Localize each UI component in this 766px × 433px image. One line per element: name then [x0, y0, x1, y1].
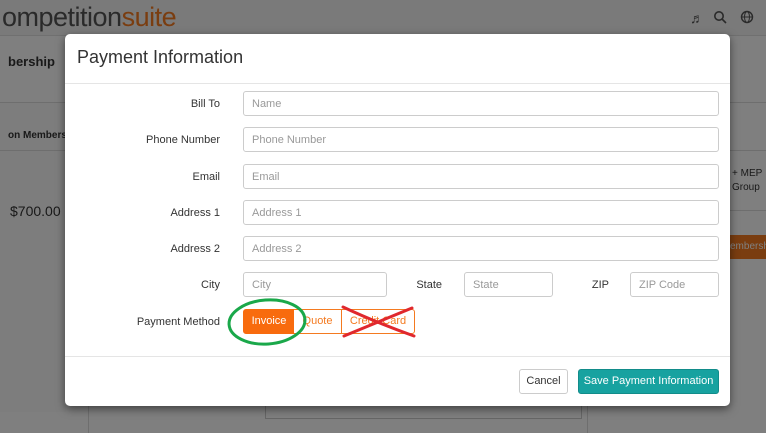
modal-header: Payment Information: [65, 34, 730, 84]
modal-title: Payment Information: [77, 47, 244, 67]
payment-method-credit-card-button[interactable]: Credit Card: [341, 309, 415, 334]
payment-method-quote-button[interactable]: Quote: [294, 309, 342, 334]
zip-input[interactable]: [630, 272, 719, 297]
address-1-input[interactable]: [243, 200, 719, 225]
payment-method-invoice-button[interactable]: Invoice: [243, 309, 295, 334]
city-input[interactable]: [243, 272, 387, 297]
address-2-label: Address 2: [170, 243, 220, 255]
save-payment-information-button[interactable]: Save Payment Information: [578, 369, 719, 394]
city-label: City: [201, 279, 220, 291]
state-input[interactable]: [464, 272, 553, 297]
cancel-button[interactable]: Cancel: [519, 369, 568, 394]
bill-to-label: Bill To: [190, 98, 220, 110]
state-label: State: [416, 279, 442, 291]
phone-number-label: Phone Number: [146, 134, 220, 146]
payment-information-modal: Payment Information Bill To Phone Number…: [65, 34, 730, 406]
zip-label: ZIP: [591, 279, 609, 291]
payment-method-label: Payment Method: [136, 316, 220, 328]
email-label: Email: [192, 171, 220, 183]
address-1-label: Address 1: [170, 207, 220, 219]
address-2-input[interactable]: [243, 236, 719, 261]
phone-number-input[interactable]: [243, 127, 719, 152]
bill-to-input[interactable]: [243, 91, 719, 116]
email-input[interactable]: [243, 164, 719, 189]
